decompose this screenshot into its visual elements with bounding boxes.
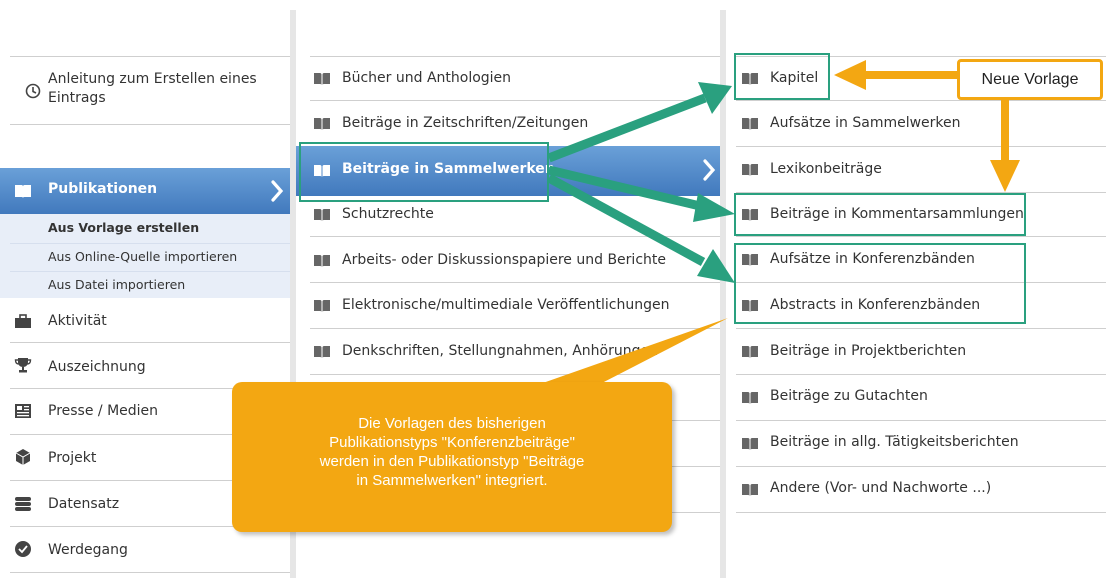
new-template-label: Neue Vorlage [957,59,1103,100]
callout-line: in Sammelwerken" integriert. [356,472,548,489]
callout-line: Die Vorlagen des bisherigen [358,415,546,432]
callout-line: werden in den Publikationstyp "Beiträge [319,453,585,470]
callout-line: Publikationstyps "Konferenzbeiträge" [329,434,575,451]
info-callout: Die Vorlagen des bisherigen Publikations… [232,382,672,532]
callout-text: Die Vorlagen des bisherigen Publikations… [232,414,672,490]
